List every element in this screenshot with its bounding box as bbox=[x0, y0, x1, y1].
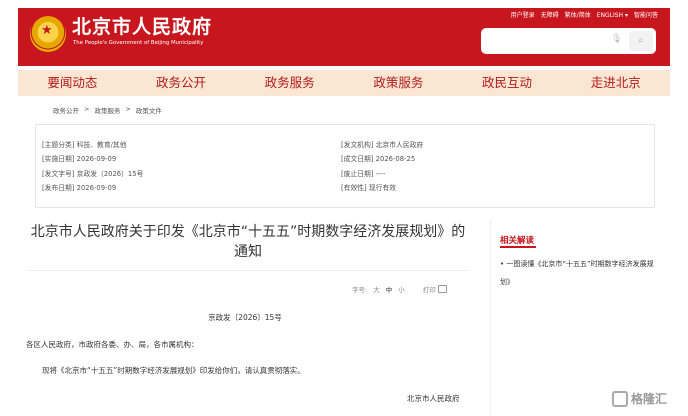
microphone-icon[interactable]: 🎙 bbox=[611, 35, 622, 44]
watermark-logo-icon bbox=[612, 390, 628, 407]
info-issuer: [发文机构] 北京市人民政府 bbox=[341, 141, 424, 149]
title-divider bbox=[28, 270, 468, 271]
breadcrumb-separator: > bbox=[125, 105, 131, 113]
salutation: 各区人民政府，市政府各委、办、局，各市属机构： bbox=[26, 340, 199, 349]
search-button[interactable]: ⌕ bbox=[629, 31, 653, 51]
info-abolish-date: [废止日期] ---- bbox=[341, 170, 386, 178]
info-pub-date: [发布日期] 2026-09-09 bbox=[42, 184, 117, 192]
search-icon: ⌕ bbox=[638, 35, 644, 46]
font-size-tools: 字号: 大 中 小 打印 bbox=[352, 284, 447, 294]
font-size-large[interactable]: 大 bbox=[373, 284, 380, 294]
main-nav: 要闻动态 政务公开 政务服务 政策服务 政民互动 走进北京 bbox=[18, 70, 670, 96]
nav-item-news[interactable]: 要闻动态 bbox=[18, 70, 127, 96]
top-links: 用户登录 无障碍 繁体/简体 ENGLISH ▾ 智能问答 bbox=[511, 13, 658, 19]
print-label: 打印 bbox=[422, 286, 436, 294]
nav-item-gov-services[interactable]: 政务服务 bbox=[235, 70, 344, 96]
site-header: ★ 北京市人民政府 The People's Government of Bei… bbox=[18, 8, 670, 66]
related-title-underline bbox=[500, 246, 536, 248]
nav-item-about-beijing[interactable]: 走进北京 bbox=[561, 70, 670, 96]
printer-icon bbox=[437, 285, 447, 293]
accessibility-link[interactable]: 无障碍 bbox=[541, 13, 559, 19]
watermark: 格隆汇 bbox=[612, 390, 667, 407]
login-link[interactable]: 用户登录 bbox=[511, 13, 535, 19]
sidebar-divider bbox=[490, 220, 491, 416]
font-size-medium[interactable]: 中 bbox=[386, 284, 393, 294]
english-link[interactable]: ENGLISH ▾ bbox=[597, 13, 628, 19]
nav-item-policy-services[interactable]: 政策服务 bbox=[344, 70, 453, 96]
article-body: 现将《北京市“十五五”时期数字经济发展规划》印发给你们，请认真贯彻落实。 bbox=[42, 366, 305, 375]
traditional-simplified-link[interactable]: 繁体/简体 bbox=[565, 13, 591, 19]
search-box: 🎙 ⌕ bbox=[481, 28, 656, 54]
doc-number: 京政发〔2026〕15号 bbox=[208, 313, 282, 322]
national-emblem-icon: ★ bbox=[30, 16, 66, 52]
info-doc-no: [发文字号] 京政发〔2026〕15号 bbox=[42, 170, 144, 178]
article-title: 北京市人民政府关于印发《北京市“十五五”时期数字经济发展规划》的通知 bbox=[30, 224, 466, 260]
watermark-text: 格隆汇 bbox=[631, 392, 668, 406]
nav-item-interaction[interactable]: 政民互动 bbox=[453, 70, 562, 96]
signature: 北京市人民政府 bbox=[407, 394, 460, 403]
related-link[interactable]: • 一图读懂《北京市“十五五”时期数字经济发展规划》 bbox=[500, 255, 660, 291]
smart-qa-link[interactable]: 智能问答 bbox=[634, 13, 658, 19]
nav-item-gov-affairs[interactable]: 政务公开 bbox=[127, 70, 236, 96]
info-impl-date: [实施日期] 2026-09-09 bbox=[42, 155, 117, 163]
search-input[interactable] bbox=[487, 34, 607, 48]
breadcrumb-gov-affairs[interactable]: 政务公开 bbox=[53, 105, 79, 115]
font-size-small[interactable]: 小 bbox=[398, 284, 405, 294]
info-written-date: [成文日期] 2026-08-25 bbox=[341, 155, 416, 163]
site-title[interactable]: 北京市人民政府 bbox=[72, 17, 212, 38]
font-size-label: 字号: bbox=[352, 286, 368, 294]
print-button[interactable]: 打印 bbox=[423, 284, 447, 294]
info-category: [主题分类] 科技、教育/其他 bbox=[42, 141, 127, 149]
document-info-box: [主题分类] 科技、教育/其他 [发文机构] 北京市人民政府 [实施日期] 20… bbox=[35, 124, 655, 208]
breadcrumb-policy-services[interactable]: 政策服务 bbox=[94, 105, 120, 115]
site-subtitle: The People's Government of Beijing Munic… bbox=[73, 40, 204, 46]
info-validity: [有效性] 现行有效 bbox=[341, 184, 397, 192]
breadcrumb-policy-docs[interactable]: 政策文件 bbox=[136, 105, 162, 115]
breadcrumb-separator: > bbox=[84, 105, 90, 113]
related-title: 相关解读 bbox=[500, 236, 535, 246]
breadcrumb: 政务公开 > 政策服务 > 政策文件 bbox=[53, 105, 162, 115]
